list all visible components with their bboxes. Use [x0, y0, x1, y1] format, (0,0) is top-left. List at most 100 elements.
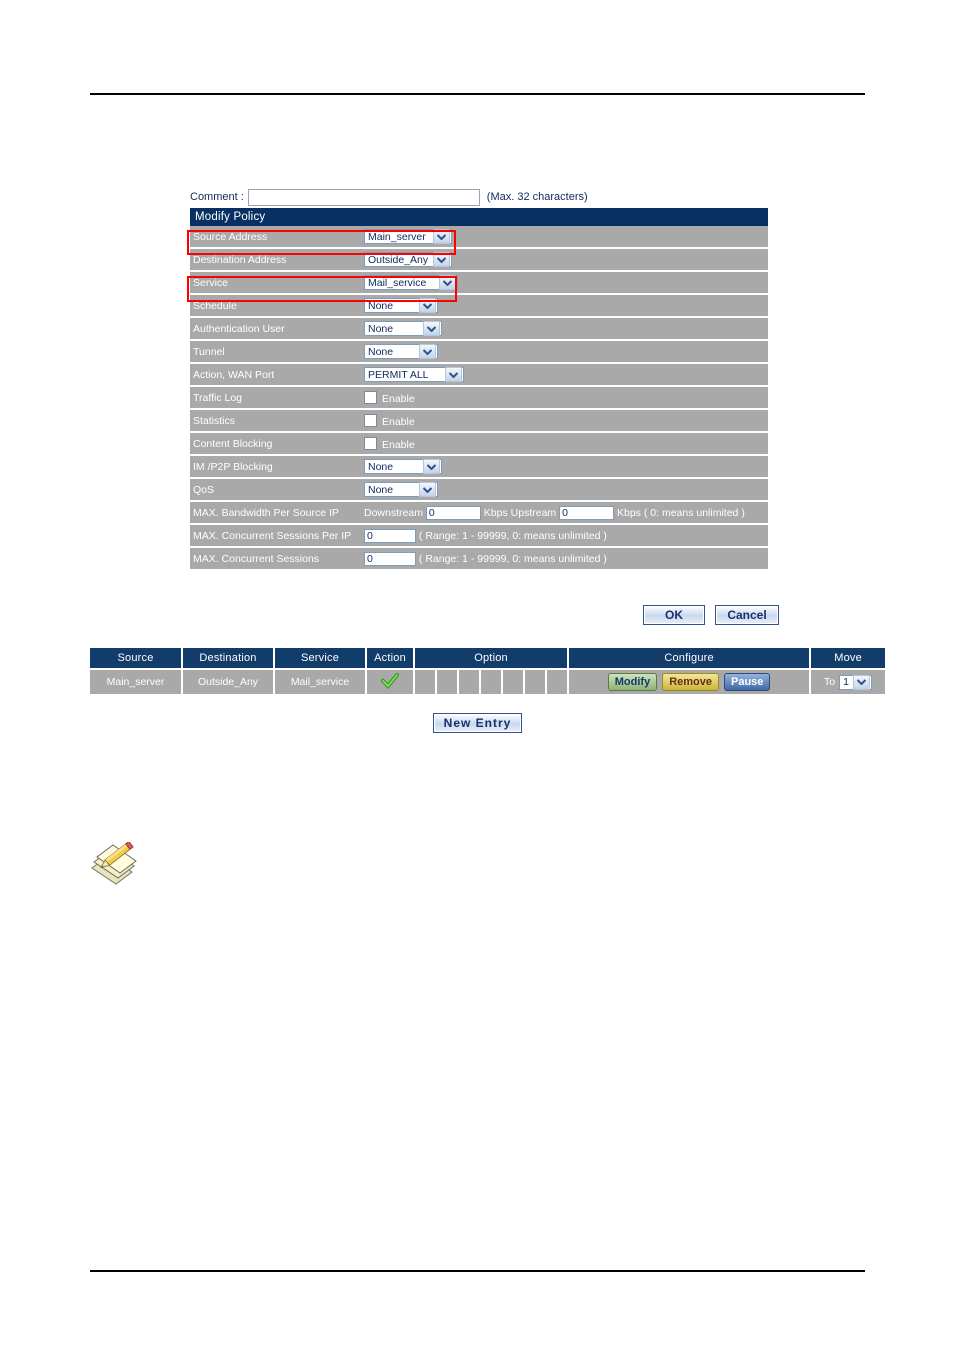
field-value-qos: None — [360, 478, 768, 502]
field-label-max-concurrent-sessions-per-ip: MAX. Concurrent Sessions Per IP — [190, 524, 360, 548]
field-value-im-p2p-blocking: None — [360, 455, 768, 479]
cell-option-4 — [480, 669, 503, 694]
field-label-action-wan-port: Action, WAN Port — [190, 363, 360, 387]
cell-action — [366, 669, 415, 694]
cancel-button[interactable]: Cancel — [715, 605, 779, 625]
field-label-max-bandwidth-per-source-ip: MAX. Bandwidth Per Source IP — [190, 501, 360, 525]
field-row-tunnel: Tunnel None — [190, 340, 768, 364]
upstream-input[interactable] — [559, 505, 615, 520]
field-row-authentication-user: Authentication User None — [190, 317, 768, 341]
field-label-service: Service — [190, 271, 360, 295]
chevron-down-icon — [423, 459, 440, 474]
field-label-qos: QoS — [190, 478, 360, 502]
im-p2p-blocking-select[interactable]: None — [364, 459, 442, 474]
comment-label: Comment : — [190, 191, 244, 203]
comment-input[interactable] — [247, 188, 480, 206]
move-to-label: To — [824, 676, 836, 688]
table-row: Main_server Outside_Any Mail_service Mod… — [90, 669, 886, 694]
cell-service: Mail_service — [274, 669, 367, 694]
destination-address-value: Outside_Any — [368, 253, 429, 266]
qos-select[interactable]: None — [364, 482, 438, 497]
field-value-content-blocking: Enable — [360, 432, 768, 456]
authentication-user-value: None — [368, 322, 394, 335]
column-header-service: Service — [274, 648, 367, 670]
statistics-checkbox[interactable] — [364, 413, 377, 427]
field-row-destination-address: Destination Address Outside_Any — [190, 248, 768, 272]
note-pencil-icon — [88, 840, 140, 886]
field-value-action-wan-port: PERMIT ALL — [360, 363, 768, 387]
cell-option-1 — [414, 669, 437, 694]
action-wan-port-select[interactable]: PERMIT ALL — [364, 367, 464, 382]
traffic-log-enable-label: Enable — [382, 392, 415, 405]
bandwidth-note: ( 0: means unlimited ) — [643, 506, 745, 519]
field-value-statistics: Enable — [360, 409, 768, 433]
schedule-value: None — [368, 299, 394, 312]
chevron-down-icon — [445, 367, 462, 382]
column-header-option: Option — [414, 648, 570, 670]
tunnel-select[interactable]: None — [364, 344, 438, 359]
max-concurrent-sessions-per-ip-note: ( Range: 1 - 99999, 0: means unlimited ) — [418, 529, 607, 542]
source-address-select[interactable]: Main_server — [364, 229, 452, 244]
upstream-label: Upstream — [510, 506, 557, 519]
field-row-max-bandwidth-per-source-ip: MAX. Bandwidth Per Source IP Downstream … — [190, 501, 768, 525]
field-value-max-bandwidth-per-source-ip: Downstream Kbps Upstream Kbps ( 0: means… — [360, 501, 768, 525]
comment-hint: (Max. 32 characters) — [486, 191, 588, 203]
service-value: Mail_service — [368, 276, 427, 289]
field-label-im-p2p-blocking: IM /P2P Blocking — [190, 455, 360, 479]
tunnel-value: None — [368, 345, 394, 358]
field-label-authentication-user: Authentication User — [190, 317, 360, 341]
field-label-traffic-log: Traffic Log — [190, 386, 360, 410]
traffic-log-checkbox[interactable] — [364, 390, 377, 404]
im-p2p-blocking-value: None — [368, 460, 394, 473]
page-footer-rule — [90, 1270, 865, 1272]
check-icon — [380, 671, 400, 692]
ok-button[interactable]: OK — [643, 605, 705, 625]
chevron-down-icon — [419, 298, 436, 313]
new-entry-button[interactable]: New Entry — [432, 713, 523, 733]
page-header-rule — [90, 93, 865, 95]
policy-fields-table: Source Address Main_server Destination A… — [190, 226, 768, 569]
form-title: Modify Policy — [190, 208, 768, 226]
field-row-im-p2p-blocking: IM /P2P Blocking None — [190, 455, 768, 479]
modify-button[interactable]: Modify — [607, 673, 658, 691]
field-label-tunnel: Tunnel — [190, 340, 360, 364]
column-header-source: Source — [90, 648, 183, 670]
field-row-source-address: Source Address Main_server — [190, 226, 768, 249]
field-value-authentication-user: None — [360, 317, 768, 341]
policy-list: Source Destination Service Action Option… — [90, 648, 886, 694]
move-position-value: 1 — [843, 676, 849, 688]
move-position-select[interactable]: 1 — [839, 674, 873, 690]
statistics-enable-label: Enable — [382, 415, 415, 428]
new-entry-bar: New Entry — [90, 713, 865, 733]
remove-button[interactable]: Remove — [662, 673, 719, 691]
field-label-destination-address: Destination Address — [190, 248, 360, 272]
field-row-statistics: Statistics Enable — [190, 409, 768, 433]
form-button-bar: OK Cancel — [643, 605, 779, 625]
kbps-label-downstream: Kbps — [483, 506, 508, 519]
downstream-input[interactable] — [425, 505, 481, 520]
schedule-select[interactable]: None — [364, 298, 438, 313]
max-concurrent-sessions-note: ( Range: 1 - 99999, 0: means unlimited ) — [418, 552, 607, 565]
max-concurrent-sessions-input[interactable] — [364, 551, 416, 566]
document-page: Comment : (Max. 32 characters) Modify Po… — [0, 0, 954, 1350]
field-row-service: Service Mail_service — [190, 271, 768, 295]
comment-row: Comment : (Max. 32 characters) — [190, 186, 768, 208]
field-value-schedule: None — [360, 294, 768, 318]
authentication-user-select[interactable]: None — [364, 321, 442, 336]
source-address-value: Main_server — [368, 230, 426, 243]
pause-button[interactable]: Pause — [724, 673, 771, 691]
max-concurrent-sessions-per-ip-input[interactable] — [364, 528, 416, 543]
content-blocking-checkbox[interactable] — [364, 436, 377, 450]
cell-option-3 — [458, 669, 481, 694]
field-label-schedule: Schedule — [190, 294, 360, 318]
field-row-action-wan-port: Action, WAN Port PERMIT ALL — [190, 363, 768, 387]
chevron-down-icon — [419, 344, 436, 359]
cell-configure: Modify Remove Pause — [568, 669, 812, 694]
field-label-source-address: Source Address — [190, 226, 360, 249]
service-select[interactable]: Mail_service — [364, 275, 458, 290]
field-label-max-concurrent-sessions: MAX. Concurrent Sessions — [190, 547, 360, 569]
destination-address-select[interactable]: Outside_Any — [364, 252, 452, 267]
chevron-down-icon — [439, 275, 456, 290]
cell-option-2 — [436, 669, 459, 694]
chevron-down-icon — [433, 229, 450, 244]
